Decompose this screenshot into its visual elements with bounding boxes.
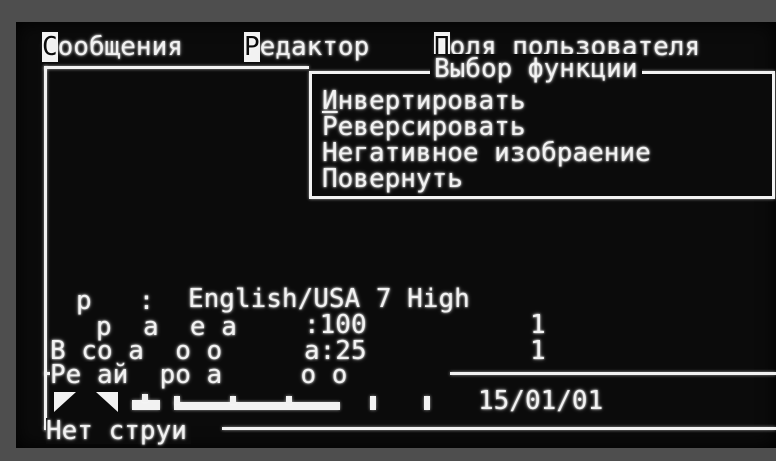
- nozzle-right-icon: [96, 392, 118, 412]
- level-bar: [174, 402, 340, 410]
- param-row2-value: :100: [304, 310, 367, 340]
- menu-messages-hotkey: С: [42, 32, 58, 62]
- popup-item-rotate-label: Повернуть: [322, 164, 463, 194]
- popup-title: Выбор функции: [430, 54, 642, 84]
- level-tick-1: [142, 394, 148, 402]
- popup-item-negative[interactable]: Негативное изобраение: [322, 140, 651, 166]
- level-tick-2: [174, 396, 180, 404]
- status-mark-2: [424, 396, 430, 410]
- frame-bottom-border: [222, 427, 776, 430]
- popup-item-rotate[interactable]: Повернуть: [322, 166, 463, 192]
- param-row4-label: Ре ай ро а о о: [50, 360, 348, 390]
- frame-top-border: [44, 66, 309, 69]
- level-tick-3: [230, 396, 236, 404]
- font-label: р :: [76, 286, 155, 316]
- status-message: Нет струи: [46, 418, 191, 444]
- nozzle-left-icon: [54, 392, 76, 412]
- frame-left-border: [44, 66, 47, 430]
- level-tick-4: [286, 396, 292, 404]
- function-select-popup: Выбор функции Инвертировать Реверсироват…: [309, 54, 775, 199]
- font-value: English/USA 7 High: [188, 284, 470, 314]
- display-screen: Сообщения Редактор Поля пользователя Выб…: [16, 22, 776, 448]
- menu-editor-label: едактор: [259, 32, 370, 62]
- param-row2-right: 1: [530, 310, 546, 340]
- status-date: 15/01/01: [478, 386, 604, 416]
- menu-editor-hotkey: Р: [244, 32, 260, 62]
- popup-item-reverse[interactable]: Реверсировать: [322, 114, 526, 140]
- menu-messages-label: ообщения: [57, 32, 183, 62]
- menu-editor[interactable]: Редактор: [244, 32, 369, 62]
- param-row3-right: 1: [530, 336, 546, 366]
- frame-divider-right: [450, 372, 776, 375]
- status-mark-1: [370, 396, 376, 410]
- menu-messages[interactable]: Сообщения: [42, 32, 183, 62]
- popup-item-invert[interactable]: Инвертировать: [322, 88, 526, 114]
